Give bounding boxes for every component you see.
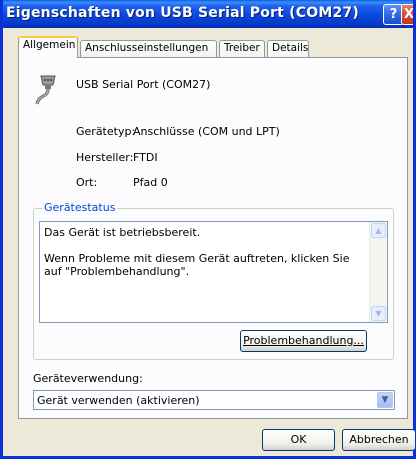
manufacturer-label: Hersteller: — [76, 151, 134, 164]
device-status-textbox[interactable]: Das Gerät ist betriebsbereit. Wenn Probl… — [39, 221, 388, 323]
window-title: Eigenschaften von USB Serial Port (COM27… — [6, 5, 359, 21]
cancel-button[interactable]: Abbrechen — [342, 429, 415, 451]
tab-allgemein[interactable]: Allgemein — [18, 36, 78, 58]
location-label: Ort: — [76, 176, 98, 189]
device-status-text: Das Gerät ist betriebsbereit. Wenn Probl… — [44, 226, 350, 278]
location-value: Pfad 0 — [133, 176, 168, 189]
manufacturer-value: FTDI — [133, 151, 158, 164]
help-icon: ? — [389, 7, 398, 22]
close-icon: X — [403, 7, 415, 22]
tab-anschlusseinstellungen[interactable]: Anschlusseinstellungen — [80, 40, 217, 57]
device-usage-label: Geräteverwendung: — [33, 372, 143, 385]
troubleshoot-button[interactable]: Problembehandlung... — [240, 330, 367, 352]
tab-treiber[interactable]: Treiber — [219, 40, 265, 57]
chevron-down-icon[interactable]: ▼ — [377, 392, 393, 408]
tab-details[interactable]: Details — [267, 40, 309, 57]
device-usage-value: Gerät verwenden (aktivieren) — [37, 394, 200, 407]
device-type-label: Gerätetyp: — [76, 125, 136, 138]
scroll-up-icon[interactable]: ▲ — [371, 223, 386, 238]
close-button[interactable]: X — [401, 4, 415, 25]
device-status-group: Gerätestatus Das Gerät ist betriebsberei… — [33, 201, 394, 360]
ok-button[interactable]: OK — [262, 429, 335, 451]
title-bar[interactable]: Eigenschaften von USB Serial Port (COM27… — [3, 0, 415, 28]
status-scrollbar[interactable]: ▲ ▼ — [369, 222, 387, 322]
device-usage-select[interactable]: Gerät verwenden (aktivieren) ▼ — [33, 390, 395, 410]
troubleshoot-label: Problembehandlung... — [243, 334, 364, 347]
device-status-title: Gerätestatus — [42, 201, 118, 214]
scroll-down-icon[interactable]: ▼ — [371, 306, 386, 321]
device-type-value: Anschlüsse (COM und LPT) — [133, 125, 280, 138]
serial-port-connector-icon — [35, 75, 56, 105]
device-name: USB Serial Port (COM27) — [76, 78, 211, 91]
